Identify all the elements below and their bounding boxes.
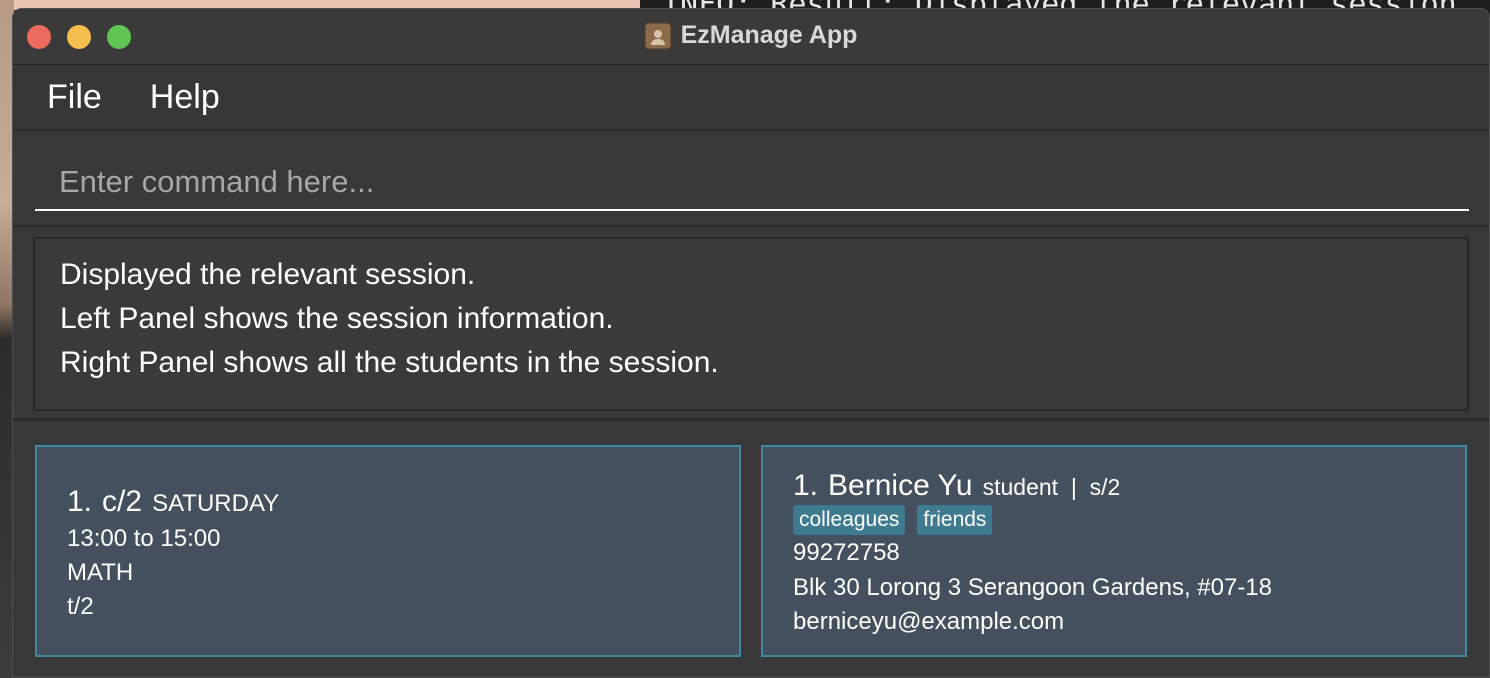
title-bar[interactable]: EzManage App bbox=[13, 9, 1489, 65]
student-card[interactable]: 1. Bernice Yu student | s/2 colleagues f… bbox=[761, 445, 1467, 657]
student-name: Bernice Yu bbox=[828, 469, 973, 502]
session-card[interactable]: 1. c/2 SATURDAY 13:00 to 15:00 MATH t/2 bbox=[35, 445, 741, 657]
result-display-container: Displayed the relevant session. Left Pan… bbox=[13, 227, 1489, 421]
command-input[interactable] bbox=[35, 155, 1469, 211]
result-line: Left Panel shows the session information… bbox=[60, 302, 614, 335]
window-title: EzManage App bbox=[680, 21, 858, 49]
session-code: c/2 bbox=[102, 485, 143, 518]
result-display: Displayed the relevant session. Left Pan… bbox=[33, 237, 1469, 411]
command-box-container bbox=[13, 131, 1489, 227]
session-index: 1. bbox=[67, 485, 93, 518]
session-subject: MATH bbox=[67, 559, 134, 586]
result-line: Displayed the relevant session. bbox=[60, 258, 476, 291]
panels-area: 1. c/2 SATURDAY 13:00 to 15:00 MATH t/2 … bbox=[13, 421, 1489, 675]
session-header: 1. c/2 SATURDAY bbox=[67, 485, 279, 519]
app-contact-icon bbox=[644, 22, 671, 49]
student-header: 1. Bernice Yu student | s/2 bbox=[793, 469, 1120, 503]
tag-friends: friends bbox=[917, 505, 993, 535]
menu-bar: File Help bbox=[13, 65, 1489, 131]
window-title-group: EzManage App bbox=[13, 21, 1489, 50]
tag-colleagues: colleagues bbox=[793, 505, 906, 535]
student-tags: colleagues friends bbox=[793, 505, 993, 535]
menu-file[interactable]: File bbox=[47, 78, 102, 117]
result-line: Right Panel shows all the students in th… bbox=[60, 346, 719, 379]
session-day: SATURDAY bbox=[152, 490, 280, 517]
student-address: Blk 30 Lorong 3 Serangoon Gardens, #07-1… bbox=[793, 574, 1273, 601]
student-email: berniceyu@example.com bbox=[793, 608, 1065, 635]
student-index: 1. bbox=[793, 469, 819, 502]
session-tutor: t/2 bbox=[67, 593, 94, 620]
app-window: EzManage App File Help Displayed the rel… bbox=[12, 8, 1490, 678]
student-meta: student | s/2 bbox=[982, 474, 1121, 500]
student-phone: 99272758 bbox=[793, 539, 900, 566]
menu-help[interactable]: Help bbox=[150, 78, 220, 117]
session-time: 13:00 to 15:00 bbox=[67, 525, 221, 552]
